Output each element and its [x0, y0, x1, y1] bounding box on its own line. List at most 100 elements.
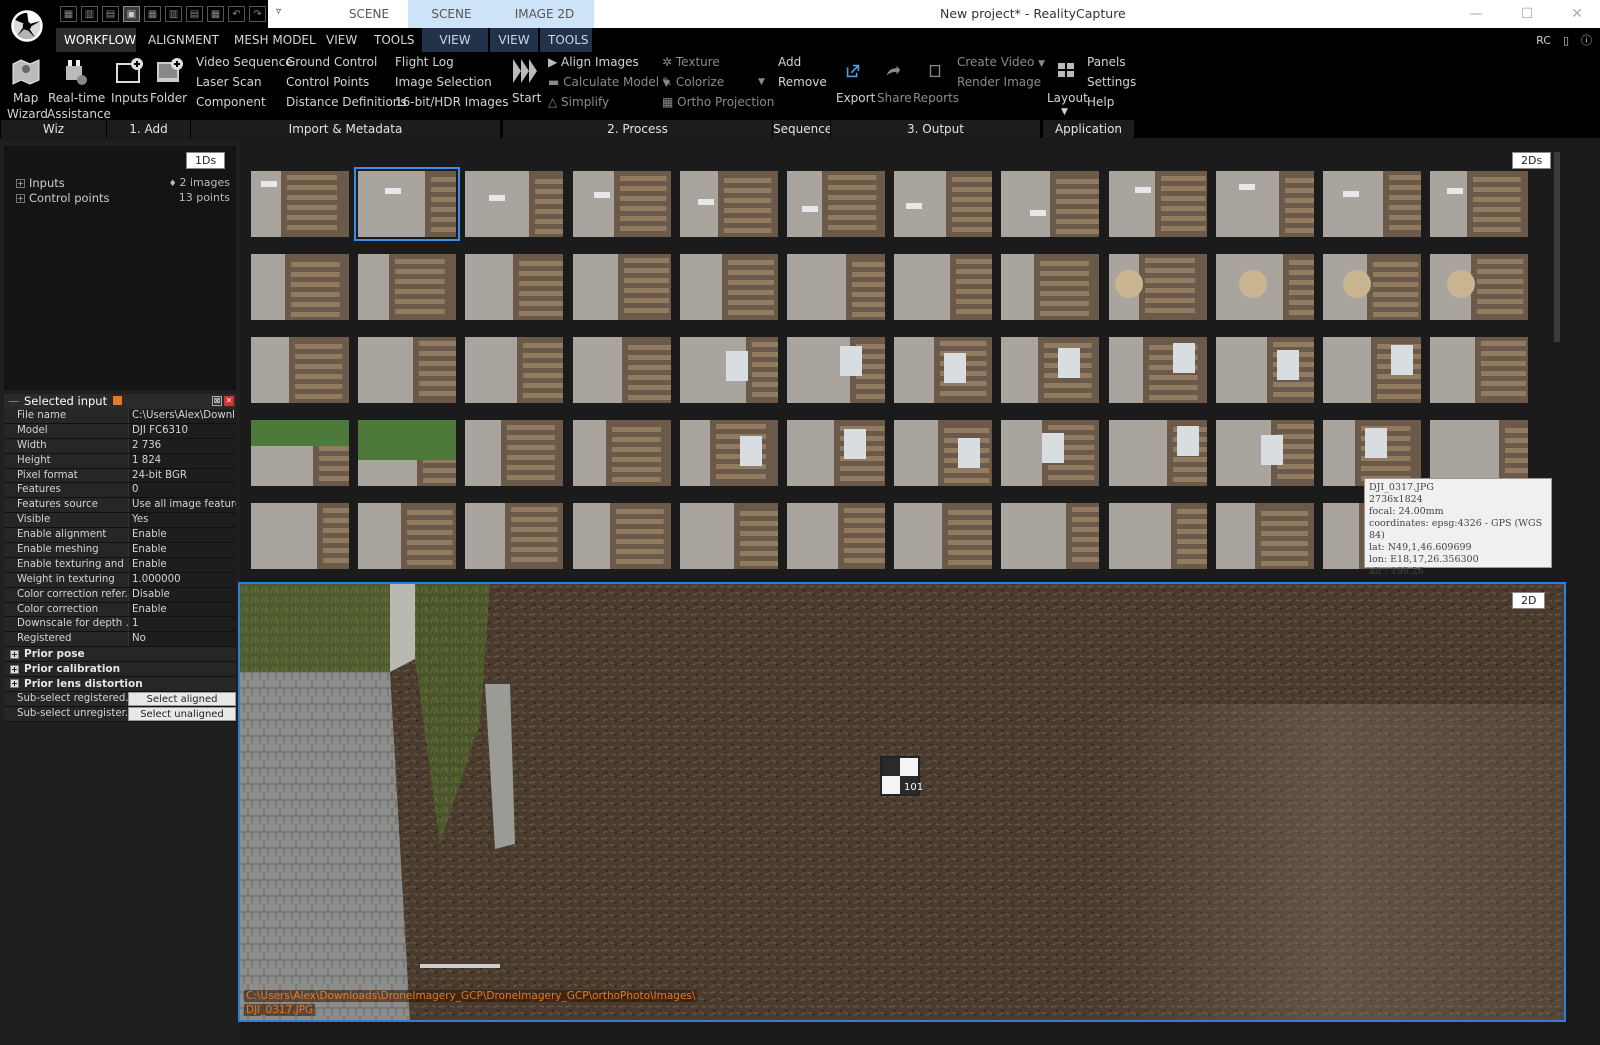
control-points-button[interactable]: Control Points — [286, 72, 369, 92]
image-thumbnail[interactable] — [679, 254, 778, 320]
property-section[interactable]: + Prior calibration — [4, 662, 236, 678]
tree-item-inputs[interactable]: + Inputs — [16, 176, 65, 190]
sequence-remove-button[interactable]: Remove — [778, 72, 827, 92]
sequence-add-button[interactable]: Add — [778, 52, 801, 72]
property-section[interactable]: + Prior lens distortion — [4, 677, 236, 692]
property-section[interactable]: + Prior pose — [4, 647, 236, 663]
image-thumbnail[interactable] — [1323, 254, 1421, 320]
image-thumbnail[interactable] — [358, 420, 457, 486]
video-sequence-button[interactable]: Video Sequence — [196, 52, 293, 72]
quick-access-dropdown-icon[interactable]: ▿ — [276, 6, 281, 17]
image-thumbnail[interactable] — [1108, 420, 1207, 486]
tab-scene-2d[interactable]: SCENE 2D — [408, 0, 495, 49]
layout-chevron-icon[interactable]: ▼ — [1061, 102, 1068, 122]
calculate-model-button[interactable]: ▬ Calculate Model ▼ — [548, 72, 670, 94]
settings-button[interactable]: Settings — [1087, 72, 1136, 92]
property-row[interactable]: Height 1 824 — [4, 453, 236, 469]
image-thumbnail[interactable] — [679, 171, 778, 237]
realitycapture-logo[interactable] — [0, 0, 54, 52]
image-thumbnail[interactable] — [1108, 254, 1207, 320]
menu-mesh-model[interactable]: MESH MODEL — [226, 28, 324, 52]
rc-label[interactable]: RC — [1536, 34, 1551, 47]
texture-button[interactable]: ✲ Texture — [662, 52, 720, 72]
menu-image-view[interactable]: VIEW — [490, 28, 538, 52]
image-thumbnail[interactable] — [1430, 171, 1529, 237]
image-thumbnail[interactable] — [894, 420, 993, 486]
menu-workflow[interactable]: WORKFLOW — [56, 28, 136, 52]
expand-icon[interactable]: + — [10, 679, 19, 689]
image-thumbnail[interactable] — [894, 254, 993, 320]
image-selection-button[interactable]: Image Selection — [395, 72, 492, 92]
float-icon[interactable]: ⊠ — [212, 396, 222, 406]
image-thumbnail[interactable] — [787, 337, 885, 403]
minimize-icon[interactable]: — — [1453, 0, 1499, 28]
image-thumbnail[interactable] — [465, 503, 564, 569]
pin-orange-icon[interactable] — [112, 396, 122, 405]
property-value[interactable]: 1.000000 — [128, 572, 236, 587]
document-icon[interactable]: ▯ — [1563, 34, 1569, 47]
map-wizard-button[interactable] — [6, 56, 46, 86]
image-thumbnail[interactable] — [1001, 254, 1100, 320]
reports-icon-button[interactable] — [924, 62, 946, 80]
layout-3-icon[interactable]: ▤ — [102, 6, 119, 22]
simplify-button[interactable]: △ Simplify — [548, 92, 609, 112]
property-value[interactable]: 24-bit BGR — [128, 468, 236, 483]
image-thumbnail[interactable] — [465, 337, 564, 403]
layout-5-icon[interactable]: ▦ — [144, 6, 161, 22]
layout-8-icon[interactable]: ▦ — [207, 6, 224, 22]
image-thumbnail[interactable] — [1323, 337, 1421, 403]
flight-log-button[interactable]: Flight Log — [395, 52, 454, 72]
view-type-tag-2ds[interactable]: 2Ds — [1512, 152, 1552, 169]
image-thumbnail[interactable] — [572, 503, 671, 569]
tab-image-2d[interactable]: IMAGE 2D — [495, 0, 594, 28]
select-unaligned-button[interactable]: Select unaligned — [128, 706, 236, 721]
property-value[interactable]: C:\Users\Alex\Downl... — [128, 409, 236, 423]
image-thumbnail[interactable] — [1108, 337, 1207, 403]
property-value[interactable]: 1 — [128, 617, 236, 632]
property-value[interactable]: DJI FC6310 — [128, 423, 236, 438]
inputs-button[interactable] — [112, 56, 146, 86]
select-aligned-button[interactable]: Select aligned — [128, 691, 236, 706]
property-value[interactable]: 0 — [128, 483, 236, 498]
image-thumbnail[interactable] — [1215, 254, 1314, 320]
property-row[interactable]: Features 0 — [4, 483, 236, 499]
image-thumbnail[interactable] — [358, 503, 457, 569]
property-value[interactable]: 2 736 — [128, 438, 236, 453]
image-thumbnail[interactable] — [358, 337, 457, 403]
create-video-button[interactable]: Create Video ▼ — [957, 52, 1045, 74]
menu-scene-view[interactable]: VIEW — [422, 28, 488, 52]
align-images-button[interactable]: ▶ Align Images — [548, 52, 639, 72]
image-thumbnail[interactable] — [1215, 171, 1314, 237]
image-thumbnail[interactable] — [572, 420, 671, 486]
image-thumbnail[interactable] — [465, 420, 564, 486]
image-thumbnail[interactable] — [465, 171, 564, 237]
expand-icon[interactable]: + — [10, 649, 19, 659]
property-row[interactable]: Pixel format 24-bit BGR — [4, 468, 236, 484]
colorize-button[interactable]: ✎ Colorize ▼ — [662, 72, 765, 92]
property-row[interactable]: Visible Yes — [4, 513, 236, 529]
reports-label[interactable]: Reports — [913, 88, 959, 108]
menu-image-tools[interactable]: TOOLS — [540, 28, 592, 52]
image-thumbnail[interactable] — [251, 171, 349, 237]
layout-4-icon[interactable]: ▣ — [123, 6, 140, 22]
property-row[interactable]: Registered No — [4, 632, 236, 648]
property-value[interactable]: Enable — [128, 528, 236, 543]
image-thumbnail[interactable] — [894, 503, 993, 569]
export-icon-button[interactable] — [842, 62, 864, 80]
image-thumbnail[interactable] — [1430, 337, 1529, 403]
image-thumbnail[interactable] — [1001, 337, 1100, 403]
ortho-projection-button[interactable]: ▦ Ortho Projection — [662, 92, 774, 112]
layout-icon-button[interactable] — [1054, 60, 1078, 80]
image-thumbnail[interactable] — [679, 337, 778, 403]
image-thumbnail[interactable] — [251, 420, 349, 486]
view-type-tag-2d[interactable]: 2D — [1512, 592, 1546, 609]
component-button[interactable]: Component — [196, 92, 266, 112]
image-thumbnail[interactable] — [1323, 420, 1421, 486]
help-button[interactable]: Help — [1087, 92, 1114, 112]
image-thumbnail[interactable] — [354, 167, 461, 241]
laser-scan-button[interactable]: Laser Scan — [196, 72, 262, 92]
image-thumbnail[interactable] — [787, 171, 885, 237]
render-image-button[interactable]: Render Image — [957, 72, 1041, 92]
property-value[interactable]: 1 824 — [128, 453, 236, 468]
view-type-tag[interactable]: 1Ds — [186, 152, 226, 169]
